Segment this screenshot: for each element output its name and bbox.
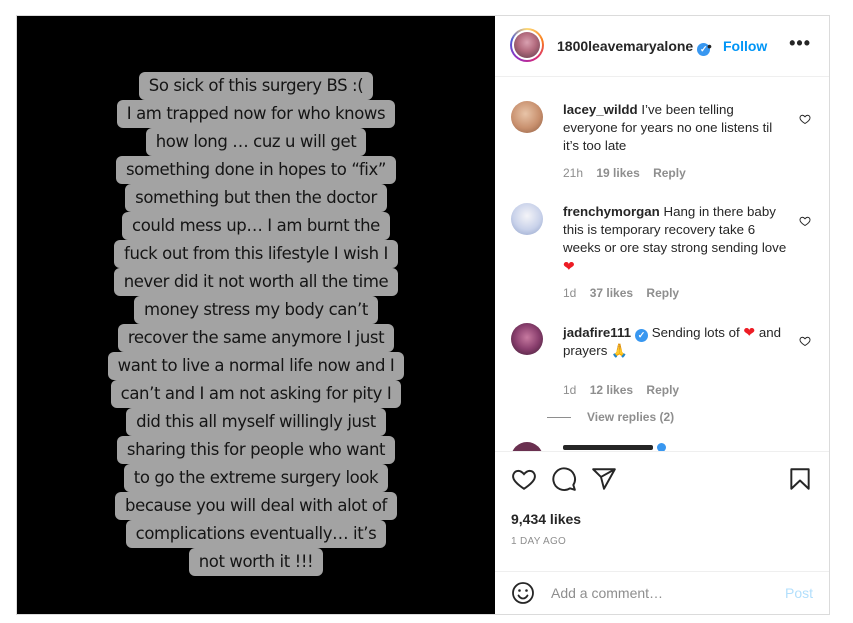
bookmark-icon[interactable] xyxy=(787,466,813,492)
commenter-avatar xyxy=(511,442,543,451)
next-comment-partial xyxy=(511,442,811,451)
story-text-line: I am trapped now for who knows xyxy=(116,100,396,128)
post-comment-button[interactable]: Post xyxy=(785,585,813,601)
comment-meta: 1d 12 likes Reply xyxy=(563,383,689,397)
story-text-line: to go the extreme surgery look xyxy=(123,464,389,492)
praying-hands-emoji: 🙏 xyxy=(611,343,628,358)
likes-count[interactable]: 9,434 likes xyxy=(511,511,581,527)
story-text-line: recover the same anymore I just xyxy=(117,324,395,352)
more-options-icon[interactable]: ••• xyxy=(789,33,811,54)
comment-time: 21h xyxy=(563,166,584,180)
story-text-line: did this all myself willingly just xyxy=(126,408,386,436)
story-text-line: something done in hopes to “fix” xyxy=(115,156,396,184)
reply-button[interactable]: Reply xyxy=(646,383,679,397)
separator-dot: • xyxy=(707,38,712,54)
story-text-line: could mess up… I am burnt the xyxy=(122,212,390,240)
post-timestamp: 1 DAY AGO xyxy=(511,536,567,547)
red-heart-emoji: ❤ xyxy=(563,258,575,274)
like-comment-heart-icon[interactable] xyxy=(799,335,811,347)
comments-list[interactable]: lacey_wildd I’ve been telling everyone f… xyxy=(495,77,829,451)
heart-icon[interactable] xyxy=(511,466,537,492)
view-replies-button[interactable]: View replies (2) xyxy=(547,410,674,424)
story-text-line: So sick of this surgery BS :( xyxy=(138,72,374,100)
story-text-line: because you will deal with alot of xyxy=(115,492,397,520)
author-avatar[interactable] xyxy=(510,28,544,62)
comment-text: jadafire111 ✓ Sending lots of ❤ and praye… xyxy=(563,323,791,360)
follow-button[interactable]: Follow xyxy=(723,38,767,54)
commenter-avatar[interactable] xyxy=(511,323,543,355)
comment-text: lacey_wildd I’ve been telling everyone f… xyxy=(563,101,791,155)
comment-likes[interactable]: 19 likes xyxy=(596,166,639,180)
story-text-line: want to live a normal life now and I xyxy=(107,352,405,380)
comment-input[interactable] xyxy=(551,583,751,603)
story-text-line: never did it not worth all the time xyxy=(113,268,399,296)
post-side-panel: 1800leavemaryalone ✓ • Follow ••• lacey_w… xyxy=(495,16,829,614)
comment-likes[interactable]: 37 likes xyxy=(590,286,633,300)
post-header: 1800leavemaryalone ✓ • Follow ••• xyxy=(495,16,829,77)
story-text-block: So sick of this surgery BS :( I am trapp… xyxy=(17,72,495,576)
commenter-username[interactable]: frenchymorgan xyxy=(563,204,660,219)
comment-message: Sending lots of xyxy=(651,325,740,340)
story-text-line: not worth it !!! xyxy=(188,548,324,576)
commenter-avatar[interactable] xyxy=(511,101,543,133)
commenter-username[interactable]: lacey_wildd xyxy=(563,102,638,117)
comment-time: 1d xyxy=(563,286,577,300)
post-image: So sick of this surgery BS :( I am trapp… xyxy=(17,16,495,614)
author-username[interactable]: 1800leavemaryalone xyxy=(557,38,693,54)
like-comment-heart-icon[interactable] xyxy=(799,215,811,227)
reply-button[interactable]: Reply xyxy=(646,286,679,300)
reply-button[interactable]: Reply xyxy=(653,166,686,180)
story-text-line: how long … cuz u will get xyxy=(145,128,367,156)
comment-time: 1d xyxy=(563,383,577,397)
comment-likes[interactable]: 12 likes xyxy=(590,383,633,397)
story-text-line: can’t and I am not asking for pity I xyxy=(110,380,402,408)
comment-meta: 1d 37 likes Reply xyxy=(563,286,689,300)
story-text-line: fuck out from this lifestyle I wish I xyxy=(114,240,398,268)
avatar-photo xyxy=(514,32,540,58)
clipped-username xyxy=(563,445,653,450)
view-replies-label: View replies (2) xyxy=(587,410,675,424)
post-actions: 9,434 likes 1 DAY AGO xyxy=(495,451,829,572)
red-heart-emoji: ❤ xyxy=(743,324,756,340)
story-text-line: sharing this for people who want xyxy=(116,436,396,464)
instagram-post: So sick of this surgery BS :( I am trapp… xyxy=(16,15,830,615)
author-username-row[interactable]: 1800leavemaryalone ✓ xyxy=(557,38,711,56)
story-text-line: money stress my body can’t xyxy=(134,296,378,324)
comment-meta: 21h 19 likes Reply xyxy=(563,166,696,180)
add-comment-bar: Post xyxy=(495,571,829,615)
commenter-avatar[interactable] xyxy=(511,203,543,235)
comment-icon[interactable] xyxy=(551,466,577,492)
comment-text: frenchymorgan Hang in there baby this is… xyxy=(563,203,791,276)
story-text-line: complications eventually… it’s xyxy=(125,520,387,548)
verified-badge-icon: ✓ xyxy=(635,329,649,342)
verified-badge-icon xyxy=(657,443,666,451)
story-text-line: something but then the doctor xyxy=(125,184,387,212)
replies-divider xyxy=(547,417,571,419)
commenter-username[interactable]: jadafire111 xyxy=(563,325,631,340)
share-icon[interactable] xyxy=(591,466,617,492)
emoji-icon[interactable] xyxy=(511,581,535,605)
like-comment-heart-icon[interactable] xyxy=(799,113,811,125)
